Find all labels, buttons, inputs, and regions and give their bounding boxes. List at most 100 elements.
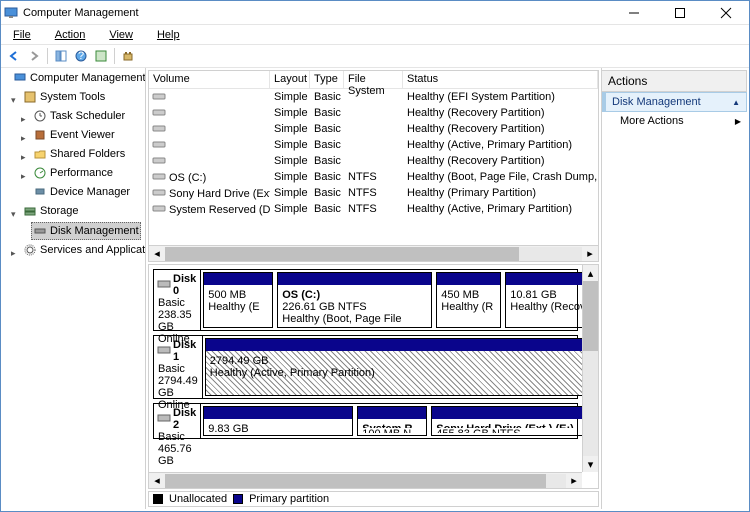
- partition[interactable]: 450 MBHealthy (R: [436, 272, 501, 328]
- menu-view[interactable]: View: [101, 29, 141, 41]
- disk-row[interactable]: Disk 0Basic238.35 GBOnline500 MBHealthy …: [153, 269, 578, 331]
- titlebar: Computer Management: [1, 1, 749, 25]
- horizontal-scrollbar[interactable]: ◂ ▸: [149, 472, 582, 488]
- col-type[interactable]: Type: [310, 71, 344, 88]
- menu-file[interactable]: File: [5, 29, 39, 41]
- tree-system-tools[interactable]: ▾System Tools ▸Task Scheduler ▸Event Vie…: [21, 89, 145, 203]
- menu-action[interactable]: Action: [47, 29, 94, 41]
- scroll-right-icon[interactable]: ▸: [566, 474, 582, 488]
- disk-icon: [158, 279, 170, 292]
- device-icon: [33, 185, 47, 199]
- disk-row[interactable]: Disk 1Basic2794.49 GBOnline2794.49 GBHea…: [153, 335, 578, 399]
- col-status[interactable]: Status: [403, 71, 598, 88]
- vertical-scrollbar[interactable]: ▴ ▾: [582, 265, 598, 472]
- partition[interactable]: Sony Hard Drive (Ext.) (E:)455.83 GB NTF…: [431, 406, 582, 436]
- col-volume[interactable]: Volume: [149, 71, 270, 88]
- volume-status: Healthy (EFI System Partition): [403, 91, 598, 103]
- disk-size: 238.35 GB: [158, 309, 196, 333]
- separator: [114, 48, 115, 64]
- tree-services[interactable]: ▸Services and Applications: [21, 242, 145, 261]
- tree-shared-folders[interactable]: ▸Shared Folders: [31, 146, 145, 165]
- tree-device-manager[interactable]: Device Manager: [31, 184, 145, 203]
- scroll-up-icon[interactable]: ▴: [583, 265, 598, 281]
- partition[interactable]: OS (C:)226.61 GB NTFSHealthy (Boot, Page…: [277, 272, 432, 328]
- partition[interactable]: System R100 MB N: [357, 406, 427, 436]
- partition[interactable]: 10.81 GBHealthy (Recovery: [505, 272, 582, 328]
- scroll-track[interactable]: [583, 281, 598, 456]
- volume-type: Basic: [310, 123, 344, 135]
- scroll-thumb[interactable]: [165, 474, 546, 488]
- twisty-icon[interactable]: ▸: [21, 130, 26, 146]
- actions-more[interactable]: More Actions ▶: [602, 112, 747, 130]
- volume-name: System Reserved (D:): [169, 204, 270, 216]
- disk-graphical-view[interactable]: Disk 0Basic238.35 GBOnline500 MBHealthy …: [148, 264, 599, 489]
- partition[interactable]: 9.83 GB: [203, 406, 353, 436]
- twisty-icon[interactable]: ▸: [11, 245, 16, 261]
- horizontal-scrollbar[interactable]: ◂ ▸: [149, 245, 598, 261]
- volume-status: Healthy (Recovery Partition): [403, 107, 598, 119]
- scroll-thumb[interactable]: [165, 247, 519, 261]
- volume-list-header[interactable]: Volume Layout Type File System Status: [149, 71, 598, 89]
- tree-disk-management[interactable]: Disk Management: [31, 222, 145, 242]
- twisty-icon[interactable]: ▾: [11, 92, 16, 108]
- legend-primary-swatch: [233, 494, 243, 504]
- partition[interactable]: 2794.49 GBHealthy (Active, Primary Parti…: [205, 338, 582, 396]
- scroll-thumb[interactable]: [583, 281, 598, 351]
- volume-row[interactable]: Sony Hard Drive (Ext.) (E:)SimpleBasicNT…: [149, 185, 598, 201]
- volume-layout: Simple: [270, 187, 310, 199]
- tree-task-scheduler[interactable]: ▸Task Scheduler: [31, 108, 145, 127]
- forward-button[interactable]: [25, 47, 43, 65]
- twisty-icon[interactable]: ▸: [21, 111, 26, 127]
- volume-row[interactable]: SimpleBasicHealthy (Recovery Partition): [149, 121, 598, 137]
- twisty-icon[interactable]: ▾: [11, 206, 16, 222]
- scroll-track[interactable]: [165, 247, 582, 261]
- scroll-down-icon[interactable]: ▾: [583, 456, 598, 472]
- volume-row[interactable]: SimpleBasicHealthy (Recovery Partition): [149, 105, 598, 121]
- show-hide-tree-button[interactable]: [52, 47, 70, 65]
- tree-event-viewer[interactable]: ▸Event Viewer: [31, 127, 145, 146]
- minimize-button[interactable]: [617, 3, 651, 23]
- disk-icon: [158, 413, 170, 426]
- volume-status: Healthy (Boot, Page File, Crash Dump, Pr…: [403, 171, 598, 183]
- disk-partitions: 2794.49 GBHealthy (Active, Primary Parti…: [203, 336, 582, 398]
- scroll-left-icon[interactable]: ◂: [149, 247, 165, 261]
- refresh-button[interactable]: [92, 47, 110, 65]
- col-filesystem[interactable]: File System: [344, 71, 403, 88]
- nav-tree[interactable]: Computer Management (Local ▾System Tools…: [1, 68, 146, 509]
- services-icon: [23, 243, 37, 257]
- volume-row[interactable]: SimpleBasicHealthy (Recovery Partition): [149, 153, 598, 169]
- disk-type: Basic: [158, 297, 196, 309]
- drive-icon: [153, 107, 169, 117]
- drive-icon: [153, 187, 169, 197]
- volume-type: Basic: [310, 171, 344, 183]
- tree-storage[interactable]: ▾Storage Disk Management: [21, 203, 145, 242]
- scroll-track[interactable]: [165, 474, 566, 488]
- partition[interactable]: 500 MBHealthy (E: [203, 272, 273, 328]
- col-layout[interactable]: Layout: [270, 71, 310, 88]
- partition-status: Healthy (R: [441, 301, 496, 313]
- volume-row[interactable]: SimpleBasicHealthy (Active, Primary Part…: [149, 137, 598, 153]
- disk-row[interactable]: Disk 2Basic465.76 GB9.83 GBSystem R100 M…: [153, 403, 578, 439]
- actions-selected[interactable]: Disk Management ▲: [602, 92, 747, 112]
- menu-help[interactable]: Help: [149, 29, 188, 41]
- volume-row[interactable]: OS (C:)SimpleBasicNTFSHealthy (Boot, Pag…: [149, 169, 598, 185]
- drive-icon: [153, 91, 169, 101]
- volume-list[interactable]: Volume Layout Type File System Status Si…: [148, 70, 599, 262]
- tree-performance[interactable]: ▸Performance: [31, 165, 145, 184]
- disk-partitions: 9.83 GBSystem R100 MB NSony Hard Drive (…: [201, 404, 582, 438]
- twisty-icon[interactable]: ▸: [21, 168, 26, 184]
- twisty-icon[interactable]: ▸: [21, 149, 26, 165]
- settings-button[interactable]: [119, 47, 137, 65]
- volume-status: Healthy (Primary Partition): [403, 187, 598, 199]
- tree-root[interactable]: Computer Management (Local ▾System Tools…: [11, 70, 145, 261]
- scroll-left-icon[interactable]: ◂: [149, 474, 165, 488]
- help-button[interactable]: ?: [72, 47, 90, 65]
- close-button[interactable]: [709, 3, 743, 23]
- separator: [47, 48, 48, 64]
- computer-icon: [13, 71, 27, 85]
- scroll-right-icon[interactable]: ▸: [582, 247, 598, 261]
- maximize-button[interactable]: [663, 3, 697, 23]
- back-button[interactable]: [5, 47, 23, 65]
- volume-row[interactable]: System Reserved (D:)SimpleBasicNTFSHealt…: [149, 201, 598, 217]
- partition-stripe: [506, 273, 582, 285]
